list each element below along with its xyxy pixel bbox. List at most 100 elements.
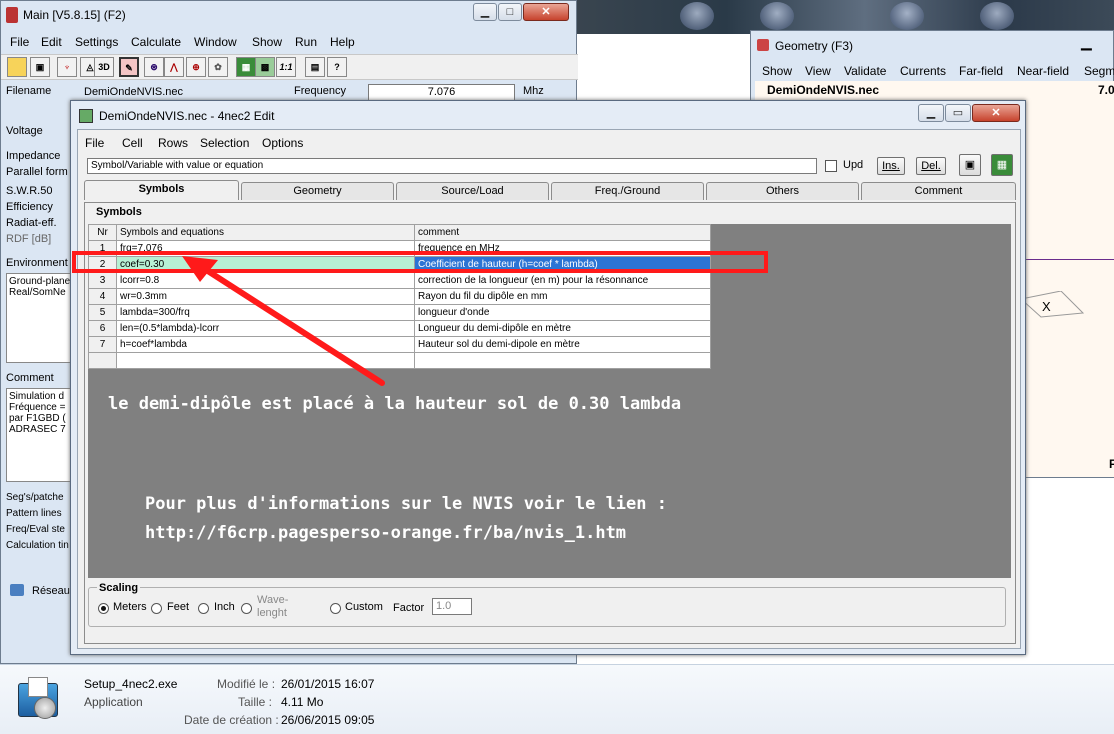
edit-menu-file[interactable]: File [85,136,104,150]
created-value: 26/06/2015 09:05 [281,713,375,727]
menu-show[interactable]: Show [252,35,282,49]
freq-eval-label: Freq/Eval ste [6,524,65,535]
row-number: 7 [88,336,117,353]
tab-symbols[interactable]: Symbols [84,180,239,200]
edit-menu-cell[interactable]: Cell [122,136,143,150]
pattern-icon[interactable]: ⊛ [144,57,164,77]
table-header-row: Nr Symbols and equations comment [88,224,711,241]
desktop-icon [760,2,794,30]
geometry-menu-currents[interactable]: Currents [900,64,946,78]
geometry-menu-validate[interactable]: Validate [844,64,886,78]
environment-line: Ground-plane [9,276,71,287]
scale-icon[interactable]: 1:1 [276,57,296,77]
help-icon[interactable]: ? [327,57,347,77]
grid-icon[interactable]: ▩ [255,57,275,77]
tab-comment[interactable]: Comment [861,182,1016,200]
menu-window[interactable]: Window [194,35,237,49]
sweep-icon[interactable]: ⋀ [164,57,184,77]
annotation-arrow [182,256,385,386]
frequency-label: Frequency [294,85,346,97]
network-label[interactable]: Réseau [32,585,70,597]
tab-geometry[interactable]: Geometry [241,182,394,200]
scaling-group: Scaling Meters Feet Inch Wave- lenght Cu… [88,582,1006,627]
comment-cell[interactable]: Hauteur sol du demi-dipole en mètre [414,336,711,353]
comment-box[interactable]: Simulation d Fréquence = par F1GBD ( ADR… [6,388,76,482]
delete-button[interactable]: Del. [916,157,946,175]
factor-input[interactable]: 1.0 [432,598,472,615]
save-copy-icon[interactable]: ▣ [959,154,981,176]
calculator-icon[interactable]: ▦ [236,57,256,77]
comment-cell[interactable]: correction de la longueur (en m) pour la… [414,272,711,289]
3d-icon[interactable]: 3D [94,57,114,77]
optimize-icon[interactable]: ✿ [208,57,228,77]
geometry-title: Geometry (F3) [775,39,854,53]
custom-radio[interactable] [330,603,341,614]
file-name: Setup_4nec2.exe [84,677,178,691]
comment-cell[interactable]: Rayon du fil du dipôle en mm [414,288,711,305]
main-toolbar: ▣ ♆ ◬ 3D ✎ ⊛ ⋀ ⊕ ✿ ▦ ▩ 1:1 ▤ ? [1,54,578,80]
insert-button[interactable]: Ins. [877,157,905,175]
file-type: Application [84,695,143,709]
pattern-lines-label: Pattern lines [6,508,62,519]
edit-minimize-button[interactable]: ▁ [918,104,944,122]
geometry-menu-view[interactable]: View [805,64,831,78]
edit-icon[interactable]: ✎ [119,57,139,77]
geometry-menu-far-field[interactable]: Far-field [959,64,1003,78]
antenna-icon[interactable]: ♆ [57,57,77,77]
edit-title: DemiOndeNVIS.nec - 4nec2 Edit [99,109,275,123]
feet-radio[interactable] [151,603,162,614]
menu-file[interactable]: File [10,35,29,49]
inch-label: Inch [214,601,235,613]
main-title-bar: Main [V5.8.15] (F2) ▁ □ ✕ [1,1,576,29]
tab-source-load[interactable]: Source/Load [396,182,549,200]
upd-checkbox[interactable] [825,160,837,172]
comment-cell[interactable]: Longueur du demi-dipôle en mètre [414,320,711,337]
geometry-app-icon [757,39,769,51]
comment-cell[interactable]: longueur d'onde [414,304,711,321]
environment-label: Environment [6,257,68,269]
upd-label: Upd [843,159,864,171]
filename-label: Filename [6,85,52,97]
feet-label: Feet [167,601,190,613]
copy-icon[interactable]: ▣ [30,57,50,77]
hint-field[interactable]: Symbol/Variable with value or equation [87,158,817,174]
comment-cell[interactable] [414,352,711,369]
row-number: 3 [88,272,117,289]
menu-help[interactable]: Help [330,35,355,49]
environment-line: Real/SomNe [9,287,66,298]
open-icon[interactable] [7,57,27,77]
setup-file-icon[interactable] [12,673,64,725]
geometry-minimize-button[interactable]: ▁ [1081,35,1111,49]
geometry-menu-show[interactable]: Show [762,64,792,78]
minimize-button[interactable]: ▁ [473,3,497,21]
close-button[interactable]: ✕ [523,3,569,21]
desktop-background [560,0,1114,34]
comment-line: par F1GBD ( [9,413,66,424]
tab-others[interactable]: Others [706,182,859,200]
edit-menu-options[interactable]: Options [262,136,303,150]
inch-radio[interactable] [198,603,209,614]
row-number: 4 [88,288,117,305]
edit-menu-selection[interactable]: Selection [200,136,249,150]
tab-freq-ground[interactable]: Freq./Ground [551,182,704,200]
row-number [88,352,117,369]
edit-close-button[interactable]: ✕ [972,104,1020,122]
smith-icon[interactable]: ⊕ [186,57,206,77]
size-label: Taille : [238,695,273,709]
edit-maximize-button[interactable]: ▭ [945,104,971,122]
maximize-button[interactable]: □ [498,3,522,21]
menu-calculate[interactable]: Calculate [131,35,181,49]
menu-run[interactable]: Run [295,35,317,49]
column-header-comment: comment [414,224,711,241]
wavelength-radio[interactable] [241,603,252,614]
geometry-menu-near-field[interactable]: Near-field [1017,64,1069,78]
menu-edit[interactable]: Edit [41,35,62,49]
book-icon[interactable]: ▤ [305,57,325,77]
edit-menu-rows[interactable]: Rows [158,136,188,150]
geometry-menu-segm[interactable]: Segm [1084,64,1114,78]
comment-label: Comment [6,372,54,384]
meters-radio[interactable] [98,603,109,614]
comment-line: Fréquence = [9,402,66,413]
menu-settings[interactable]: Settings [75,35,118,49]
calculator-icon[interactable]: ▦ [991,154,1013,176]
